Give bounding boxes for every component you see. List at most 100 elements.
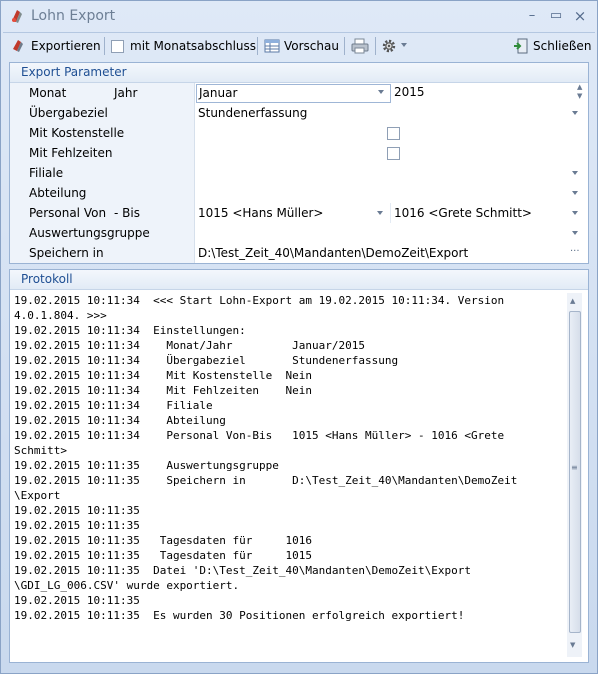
department-select[interactable] bbox=[195, 183, 588, 203]
lohn-export-window: Lohn Export – ▭ × Exportieren mit Monats… bbox=[0, 0, 598, 674]
monthly-closing-checkbox[interactable] bbox=[111, 40, 124, 53]
browse-button[interactable]: ··· bbox=[570, 246, 580, 257]
cost-center-row: Mit Kostenstelle bbox=[10, 123, 588, 144]
absence-label-cell: Mit Fehlzeiten bbox=[10, 143, 195, 163]
preview-button[interactable]: Vorschau bbox=[264, 36, 340, 56]
log-line: Schmitt> bbox=[14, 444, 67, 457]
chevron-down-icon bbox=[572, 229, 580, 237]
save-in-label: Speichern in bbox=[29, 246, 104, 260]
title-bar: Lohn Export – ▭ × bbox=[1, 1, 597, 31]
toolbar-separator bbox=[375, 37, 376, 55]
protocol-scrollbar[interactable]: ▲ ≡ ▼ bbox=[567, 293, 582, 657]
save-in-value: D:\Test_Zeit_40\Mandanten\DemoZeit\Expor… bbox=[198, 246, 469, 260]
log-line: 19.02.2015 10:11:34 Mit Kostenstelle Nei… bbox=[14, 369, 313, 382]
cost-center-checkbox[interactable] bbox=[387, 127, 400, 140]
cost-center-value-cell bbox=[195, 123, 588, 143]
close-label: Schließen bbox=[533, 39, 592, 53]
monthly-closing-toggle[interactable]: mit Monatsabschluss bbox=[110, 36, 256, 56]
branch-row: Filiale bbox=[10, 163, 588, 184]
protocol-title: Protokoll bbox=[21, 272, 73, 286]
chevron-down-icon bbox=[401, 41, 409, 49]
chevron-down-icon bbox=[378, 88, 386, 96]
year-label: Jahr bbox=[114, 86, 138, 100]
staff-from-select[interactable]: 1015 <Hans Müller> bbox=[195, 203, 391, 223]
branch-label-cell: Filiale bbox=[10, 163, 195, 183]
chevron-down-icon bbox=[377, 209, 385, 217]
toolbar-separator bbox=[344, 37, 345, 55]
save-in-label-cell: Speichern in bbox=[10, 243, 195, 263]
export-button[interactable]: Exportieren bbox=[11, 36, 103, 56]
branch-label: Filiale bbox=[29, 166, 64, 180]
month-value: Januar bbox=[199, 86, 238, 100]
log-line: 19.02.2015 10:11:35 bbox=[14, 594, 140, 607]
department-label: Abteilung bbox=[29, 186, 87, 200]
close-window-button[interactable]: × bbox=[569, 6, 591, 26]
minimize-button[interactable]: – bbox=[521, 6, 543, 26]
staff-to-value: 1016 <Grete Schmitt> bbox=[394, 206, 532, 220]
evaluation-group-row: Auswertungsgruppe bbox=[10, 223, 588, 244]
scroll-up-icon[interactable]: ▲ bbox=[570, 297, 575, 305]
printer-icon bbox=[351, 38, 369, 54]
log-line: 19.02.2015 10:11:34 Filiale bbox=[14, 399, 213, 412]
log-line: \GDI_LG_006.CSV' wurde exportiert. bbox=[14, 579, 240, 592]
staff-from-label: Personal Von bbox=[29, 206, 107, 220]
absence-row: Mit Fehlzeiten bbox=[10, 143, 588, 164]
toolbar-separator bbox=[257, 37, 258, 55]
protocol-panel: Protokoll 19.02.2015 10:11:34 <<< Start … bbox=[9, 269, 589, 663]
month-year-label-cell: Monat Jahr bbox=[10, 83, 195, 103]
scroll-down-icon[interactable]: ▼ bbox=[570, 641, 575, 649]
target-row: Übergabeziel Stundenerfassung bbox=[10, 103, 588, 124]
year-value: 2015 bbox=[394, 85, 425, 99]
window-title: Lohn Export bbox=[31, 8, 116, 24]
target-select[interactable]: Stundenerfassung bbox=[195, 103, 588, 123]
export-parameter-header: Export Parameter bbox=[10, 63, 588, 83]
table-icon bbox=[264, 39, 280, 53]
print-button[interactable] bbox=[351, 36, 371, 56]
save-in-field[interactable]: D:\Test_Zeit_40\Mandanten\DemoZeit\Expor… bbox=[195, 243, 588, 263]
chevron-down-icon bbox=[572, 189, 580, 197]
spin-arrows-icon: ▲ ▼ bbox=[577, 83, 583, 100]
chevron-down-icon bbox=[572, 109, 580, 117]
log-line: 19.02.2015 10:11:35 Tagesdaten für 1016 bbox=[14, 534, 313, 547]
month-select[interactable]: Januar bbox=[196, 84, 391, 103]
settings-menu-button[interactable] bbox=[381, 36, 409, 56]
department-row: Abteilung bbox=[10, 183, 588, 204]
protocol-header: Protokoll bbox=[10, 270, 588, 290]
log-line: 19.02.2015 10:11:34 Mit Fehlzeiten Nein bbox=[14, 384, 313, 397]
protocol-log[interactable]: 19.02.2015 10:11:34 <<< Start Lohn-Expor… bbox=[14, 293, 566, 655]
close-button[interactable]: Schließen bbox=[513, 36, 593, 56]
maximize-button[interactable]: ▭ bbox=[545, 6, 567, 26]
staff-range-row: Personal Von - Bis 1015 <Hans Müller> 10… bbox=[10, 203, 588, 224]
evaluation-group-label: Auswertungsgruppe bbox=[29, 226, 150, 240]
absence-checkbox[interactable] bbox=[387, 147, 400, 160]
log-line: 19.02.2015 10:11:35 bbox=[14, 504, 140, 517]
staff-to-label: - Bis bbox=[114, 206, 140, 220]
department-label-cell: Abteilung bbox=[10, 183, 195, 203]
app-icon bbox=[12, 10, 22, 23]
target-value: Stundenerfassung bbox=[198, 106, 308, 120]
toolbar: Exportieren mit Monatsabschluss Vorschau bbox=[3, 32, 595, 58]
toolbar-separator bbox=[104, 37, 105, 55]
log-line: 19.02.2015 10:11:35 Es wurden 30 Positio… bbox=[14, 609, 465, 622]
absence-value-cell bbox=[195, 143, 588, 163]
evaluation-group-label-cell: Auswertungsgruppe bbox=[10, 223, 195, 243]
log-line: 19.02.2015 10:11:34 Abteilung bbox=[14, 414, 226, 427]
year-spin[interactable]: 2015 ▲ ▼ bbox=[392, 83, 587, 101]
log-line: 19.02.2015 10:11:34 Einstellungen: bbox=[14, 324, 246, 337]
evaluation-group-select[interactable] bbox=[195, 223, 588, 243]
log-line: \Export bbox=[14, 489, 61, 502]
log-line: 19.02.2015 10:11:34 <<< Start Lohn-Expor… bbox=[14, 294, 505, 307]
gear-icon bbox=[382, 39, 396, 53]
scrollbar-thumb[interactable]: ≡ bbox=[569, 311, 581, 633]
staff-range-label-cell: Personal Von - Bis bbox=[10, 203, 195, 223]
log-line: 19.02.2015 10:11:34 Monat/Jahr Januar/20… bbox=[14, 339, 365, 352]
log-line: 19.02.2015 10:11:35 Auswertungsgruppe bbox=[14, 459, 279, 472]
branch-select[interactable] bbox=[195, 163, 588, 183]
log-line: 4.0.1.804. >>> bbox=[14, 309, 107, 322]
month-label: Monat bbox=[29, 86, 67, 100]
log-line: 19.02.2015 10:11:34 Personal Von-Bis 101… bbox=[14, 429, 505, 442]
export-parameter-panel: Export Parameter Monat Jahr Januar 2015 … bbox=[9, 62, 589, 264]
exit-door-icon bbox=[514, 38, 528, 54]
log-line: 19.02.2015 10:11:35 bbox=[14, 519, 140, 532]
staff-to-select[interactable]: 1016 <Grete Schmitt> bbox=[391, 203, 588, 223]
